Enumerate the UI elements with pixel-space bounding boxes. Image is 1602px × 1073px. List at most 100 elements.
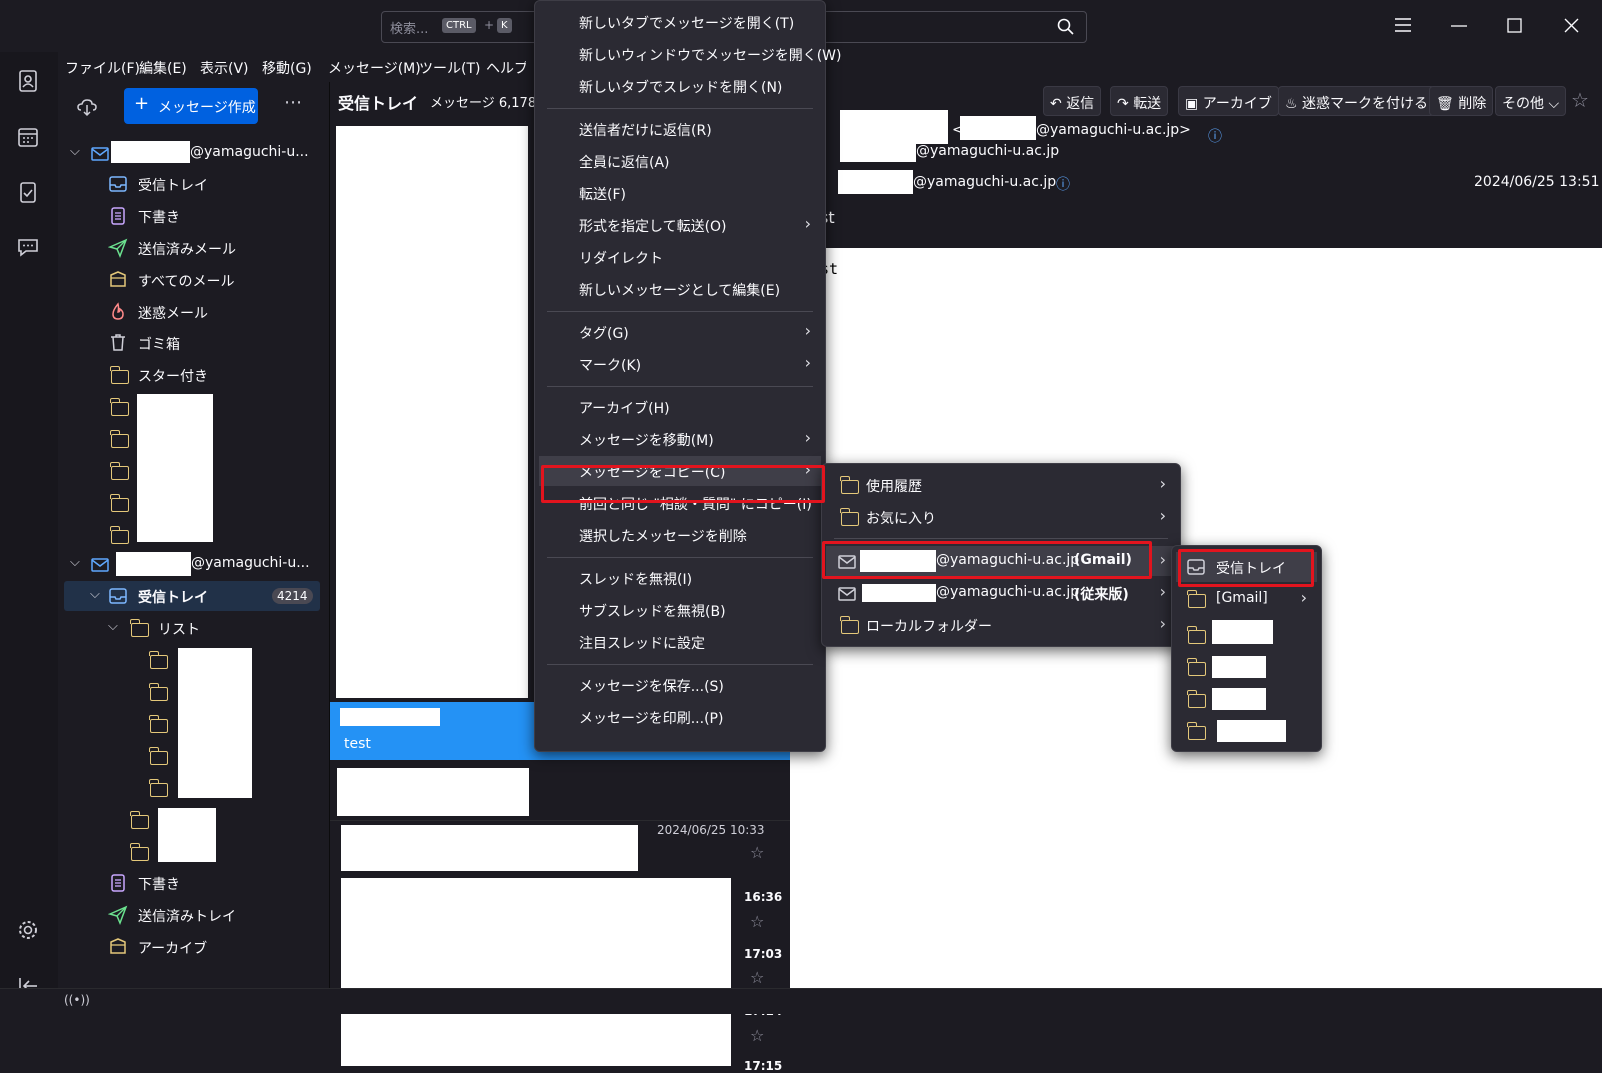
account-mail-icon [838, 587, 856, 601]
menu-item-open-in-window[interactable]: 新しいウィンドウでメッセージを開く(W) [539, 39, 842, 69]
redacted-folder-names [158, 808, 216, 862]
close-icon[interactable] [1564, 18, 1579, 33]
tasks-icon[interactable] [16, 180, 40, 204]
message-date: 17:03 [744, 947, 783, 961]
message-row[interactable]: 2024/06/25 10:33 ☆ [330, 820, 791, 876]
star-icon[interactable]: ☆ [750, 968, 764, 987]
menu-item-tag: (従来版) [1074, 587, 1129, 603]
chevron-right-icon: › [804, 214, 811, 233]
folder-icon [110, 526, 129, 544]
star-icon[interactable]: ☆ [1571, 88, 1589, 112]
menu-view[interactable]: 表示(V) [200, 58, 249, 78]
folder-list[interactable]: ⌵ リスト [58, 613, 328, 643]
folder-inbox-selected[interactable]: ⌵ 受信トレイ 4214 [64, 581, 320, 611]
menu-file[interactable]: ファイル(F) [65, 58, 140, 78]
folder-all-mail[interactable]: すべてのメール [58, 265, 328, 295]
menu-item-label: 形式を指定して転送(O) [579, 219, 727, 235]
chevron-down-icon[interactable]: ⌵ [70, 144, 80, 159]
redacted-sender-name [840, 110, 948, 144]
menu-item-recent[interactable]: 使用履歴 › [826, 470, 1176, 500]
address-book-icon[interactable] [16, 69, 40, 93]
folder-inbox[interactable]: 受信トレイ [58, 169, 328, 199]
menu-item-archive[interactable]: アーカイブ(H) [539, 392, 821, 422]
folder-pane-more-icon[interactable]: ⋯ [284, 92, 302, 113]
menu-item-watch-thread[interactable]: 注目スレッドに設定 [539, 627, 821, 657]
menu-item-reply-to-sender[interactable]: 送信者だけに返信(R) [539, 114, 821, 144]
folder-trash[interactable]: ゴミ箱 [58, 328, 328, 358]
menu-item-label: サブスレッドを無視(B) [579, 604, 726, 620]
menu-item-tag[interactable]: タグ(G) › [539, 317, 821, 347]
menu-item-redirect[interactable]: リダイレクト [539, 242, 821, 272]
delete-button[interactable]: 🗑 削除 [1429, 86, 1494, 116]
menu-go[interactable]: 移動(G) [262, 58, 312, 78]
menu-item-edit-as-new[interactable]: 新しいメッセージとして編集(E) [539, 274, 821, 304]
star-icon[interactable]: ☆ [750, 843, 764, 862]
folder-junk[interactable]: 迷惑メール [58, 297, 328, 327]
star-icon[interactable]: ☆ [750, 912, 764, 931]
folder-drafts-2[interactable]: 下書き [58, 868, 328, 898]
folder-label: リスト [158, 622, 200, 638]
minimize-icon[interactable] [1451, 25, 1467, 27]
folder-icon [1187, 626, 1206, 644]
settings-gear-icon[interactable] [16, 918, 40, 942]
account-row-2[interactable]: ⌵ @yamaguchi-u... [58, 549, 328, 579]
calendar-icon[interactable] [16, 125, 40, 149]
folder-sent[interactable]: 送信済みメール [58, 233, 328, 263]
star-icon[interactable]: ☆ [750, 1026, 764, 1045]
menu-item-save[interactable]: メッセージを保存...(S) [539, 670, 821, 700]
selected-subject: test [344, 736, 371, 752]
chevron-down-icon[interactable]: ⌵ [90, 587, 100, 602]
maximize-icon[interactable] [1507, 18, 1522, 33]
redacted-folder-names [137, 394, 213, 542]
menu-item-open-thread-in-tab[interactable]: 新しいタブでスレッドを開く(N) [539, 71, 821, 101]
menu-item-ignore-subthread[interactable]: サブスレッドを無視(B) [539, 595, 821, 625]
app-menu-icon[interactable] [1394, 17, 1412, 33]
message-count: メッセージ 6,178 ジ [430, 96, 540, 111]
menu-item-delete[interactable]: 選択したメッセージを削除 [539, 520, 821, 550]
menu-item-move[interactable]: メッセージを移動(M) › [539, 424, 821, 454]
menu-item-print[interactable]: メッセージを印刷...(P) [539, 702, 821, 732]
compose-button[interactable]: + メッセージ作成 [124, 88, 258, 124]
junk-button[interactable]: ♨ 迷惑マークを付ける [1278, 86, 1436, 116]
menu-item-gmail-folder[interactable]: [Gmail] › [1176, 584, 1317, 614]
menu-edit[interactable]: 編集(E) [139, 58, 187, 78]
menu-item-legacy-account[interactable]: @yamaguchi-u.ac.jp (従来版) › [826, 578, 1176, 608]
menu-item-ignore-thread[interactable]: スレッドを無視(I) [539, 563, 821, 593]
contact-icon[interactable]: ⓘ [1208, 126, 1222, 146]
folder-archive-2[interactable]: アーカイブ [58, 932, 328, 962]
folder-label: 迷惑メール [138, 306, 208, 322]
folder-starred[interactable]: スター付き [58, 360, 328, 390]
menu-item-forward-as[interactable]: 形式を指定して転送(O) › [539, 210, 821, 240]
chat-icon[interactable] [16, 235, 40, 259]
folder-icon [149, 651, 168, 669]
more-button[interactable]: その他 ⌵ [1495, 86, 1567, 116]
sent-icon [108, 905, 128, 925]
chevron-down-icon[interactable]: ⌵ [70, 555, 80, 570]
message-date: 17:15 [744, 1059, 783, 1073]
chevron-down-icon[interactable]: ⌵ [108, 619, 118, 634]
reply-button[interactable]: ↶ 返信 [1043, 86, 1102, 116]
menu-item-mark[interactable]: マーク(K) › [539, 349, 821, 379]
contact-icon[interactable]: ⓘ [1056, 174, 1070, 194]
get-messages-icon[interactable] [76, 96, 98, 118]
menu-item-open-in-tab[interactable]: 新しいタブでメッセージを開く(T) [539, 7, 821, 37]
online-status-icon[interactable]: ((•)) [64, 993, 90, 1007]
menu-item-favorites[interactable]: お気に入り › [826, 502, 1176, 532]
menu-item-forward[interactable]: 転送(F) [539, 178, 821, 208]
menu-message[interactable]: メッセージ(M) [328, 58, 421, 78]
delete-label: 削除 [1458, 96, 1487, 112]
account-1-suffix: @yamaguchi-u... [190, 144, 309, 160]
account-row-1[interactable]: ⌵ @yamaguchi-u... [58, 138, 328, 168]
menu-item-local-folders[interactable]: ローカルフォルダー › [826, 610, 1176, 640]
menu-tools[interactable]: ツール(T) [419, 58, 480, 78]
folder-icon [149, 683, 168, 701]
account-mail-icon [91, 558, 109, 572]
archive-button[interactable]: ▣ アーカイブ [1178, 86, 1279, 116]
menu-item-label: アーカイブ(H) [579, 401, 670, 417]
menu-help[interactable]: ヘルプ(H) [486, 58, 526, 78]
menu-item-reply-all[interactable]: 全員に返信(A) [539, 146, 821, 176]
forward-button[interactable]: ↷ 転送 [1110, 86, 1169, 116]
menu-separator [547, 108, 813, 109]
folder-sent-2[interactable]: 送信済みトレイ [58, 900, 328, 930]
folder-drafts[interactable]: 下書き [58, 201, 328, 231]
